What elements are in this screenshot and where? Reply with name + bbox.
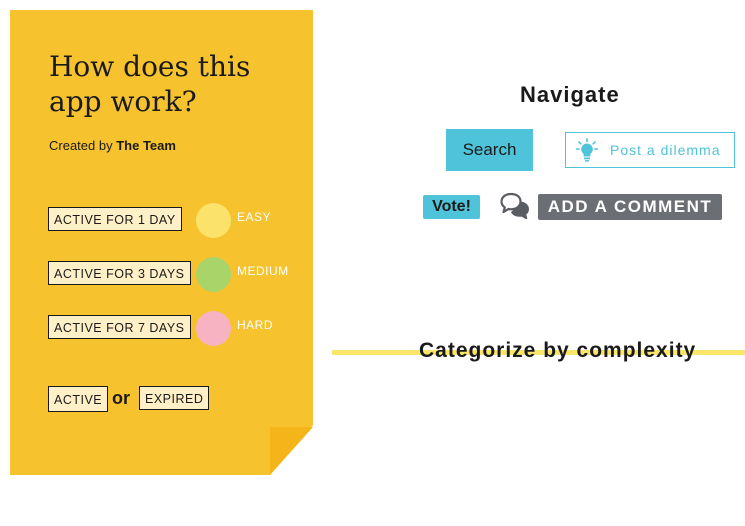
credit-name: The Team: [116, 138, 176, 153]
navigate-title: Navigate: [520, 82, 620, 107]
hard-label: HARD: [237, 318, 274, 332]
duration-tag-7-days: ACTIVE FOR 7 DAYS: [48, 315, 191, 339]
credit-prefix: Created by: [49, 138, 113, 153]
easy-dot: [196, 203, 231, 238]
status-tag-active: ACTIVE: [48, 386, 109, 412]
card-title: How does this app work?: [49, 50, 251, 118]
comment-bubbles-icon: [500, 192, 529, 220]
lightbulb-icon: [576, 138, 598, 162]
medium-label: MEDIUM: [237, 264, 289, 278]
card-folded-corner: [270, 427, 313, 475]
duration-tag-1-day: ACTIVE FOR 1 DAY: [48, 207, 182, 231]
easy-label: EASY: [237, 210, 272, 224]
add-comment-button[interactable]: ADD A COMMENT: [538, 194, 722, 220]
status-tag-expired: EXPIRED: [139, 386, 210, 410]
medium-dot: [196, 257, 231, 292]
search-button[interactable]: Search: [446, 129, 533, 171]
duration-tag-3-days: ACTIVE FOR 3 DAYS: [48, 261, 191, 285]
hard-dot: [196, 311, 231, 346]
categorize-heading: Categorize by complexity: [419, 339, 697, 362]
vote-badge[interactable]: Vote!: [423, 195, 480, 219]
status-or-text: or: [112, 388, 130, 408]
card-credit: Created by The Team: [49, 138, 176, 153]
post-dilemma-label: Post a dilemma: [610, 142, 721, 158]
post-dilemma-button[interactable]: Post a dilemma: [565, 132, 735, 168]
